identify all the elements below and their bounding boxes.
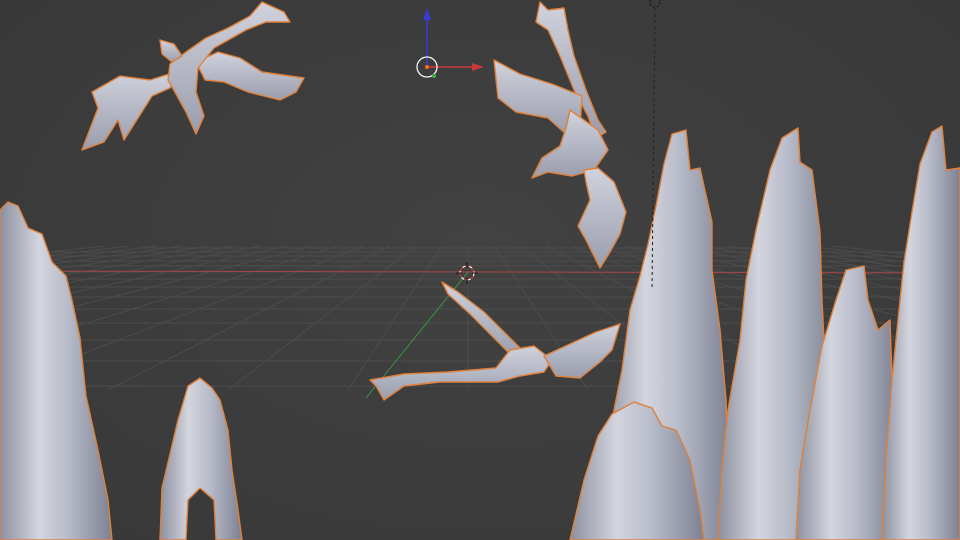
grid-line <box>347 245 443 391</box>
rock-spire <box>881 125 960 540</box>
rock-spire-left[interactable] <box>0 201 113 540</box>
dragon-head <box>159 39 183 63</box>
dragon-mesh-topcenter[interactable] <box>493 1 627 269</box>
dragon-body <box>369 345 553 401</box>
grid-line <box>107 245 391 391</box>
dragon-wing <box>81 69 183 151</box>
dragon-wing <box>543 323 621 379</box>
dragon-wing <box>577 167 627 269</box>
rock-spire-small[interactable] <box>159 377 243 540</box>
rock-spire-cluster-right[interactable] <box>569 125 960 540</box>
grid-line <box>227 245 417 391</box>
dragon-wing <box>195 51 305 101</box>
dragon-mesh-topleft[interactable] <box>81 1 305 151</box>
viewport-canvas[interactable] <box>0 0 960 540</box>
move-arrows-icon[interactable] <box>416 8 484 78</box>
dragon-tail <box>441 281 525 359</box>
3d-viewport[interactable] <box>0 0 960 540</box>
